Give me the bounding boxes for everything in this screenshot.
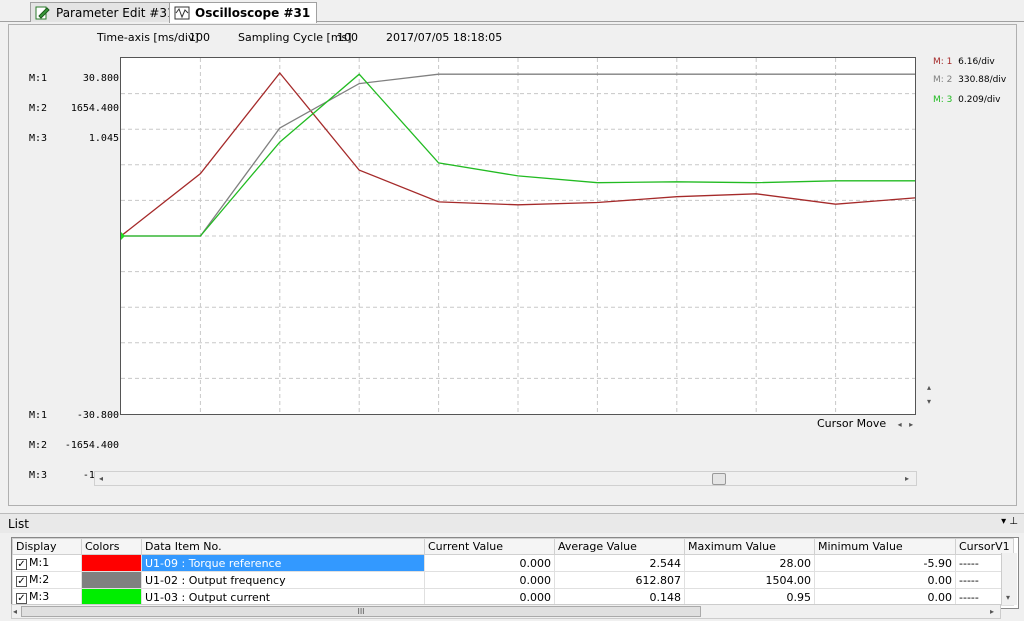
current-value-cell: 0.000 xyxy=(424,588,555,606)
table-row[interactable]: ✓ M:3 U1-03 : Output current 0.000 0.148 … xyxy=(12,588,1014,606)
parameter-edit-icon xyxy=(35,6,51,20)
list-title: List xyxy=(8,517,29,531)
scale-top-values: 30.800 1654.400 1.045 xyxy=(49,54,119,164)
average-value-cell: 612.807 xyxy=(554,571,685,589)
legend-m3-value: 0.209/div xyxy=(958,95,1001,105)
display-label: M:1 xyxy=(29,556,50,569)
legend-m3: M: 3 0.209/div xyxy=(933,95,1000,105)
legend-m2-tag: M: 2 xyxy=(933,75,953,85)
column-header[interactable]: Display xyxy=(12,538,82,555)
time-scrollbar-thumb[interactable] xyxy=(712,473,726,485)
list-scroll-left-icon[interactable]: ◂ xyxy=(13,607,17,616)
cursor-left-icon[interactable]: ◂ xyxy=(898,420,902,429)
scroll-grip-icon: III xyxy=(357,607,365,616)
sampling-cycle-label: Sampling Cycle [ms] xyxy=(238,31,352,44)
scale-top-value: 1654.400 xyxy=(70,103,119,114)
display-cell: ✓ M:2 xyxy=(12,571,82,589)
cursor-move-label: Cursor Move xyxy=(817,417,887,430)
legend-m1-value: 6.16/div xyxy=(958,57,995,67)
legend-m1-tag: M: 1 xyxy=(933,57,953,67)
table-row[interactable]: ✓ M:2 U1-02 : Output frequency 0.000 612.… xyxy=(12,571,1014,589)
current-value-cell: 0.000 xyxy=(424,554,555,572)
tab-parameter-edit[interactable]: Parameter Edit #31 xyxy=(30,2,182,22)
scale-top-value: 30.800 xyxy=(82,73,119,84)
maximum-value-cell: 28.00 xyxy=(684,554,815,572)
cursor-move: Cursor Move ◂ ▸ xyxy=(817,417,913,430)
maximum-value-cell: 0.95 xyxy=(684,588,815,606)
color-swatch[interactable] xyxy=(81,554,142,572)
legend-m2-value: 330.88/div xyxy=(958,75,1007,85)
scale-bottom-value: -1654.400 xyxy=(64,440,119,451)
trace-m3 xyxy=(121,73,915,237)
pin-icon[interactable]: ▾ ⊥ xyxy=(1001,516,1018,527)
display-label: M:3 xyxy=(29,590,50,603)
scroll-right-icon[interactable]: ▸ xyxy=(905,474,909,483)
oscilloscope-panel: Time-axis [ms/div] 100 Sampling Cycle [m… xyxy=(8,24,1017,506)
minimum-value-cell: 0.00 xyxy=(814,571,956,589)
list-scrollbar-thumb[interactable]: III xyxy=(21,606,701,617)
scale-top-value: 1.045 xyxy=(88,133,119,144)
display-cell: ✓ M:1 xyxy=(12,554,82,572)
oscilloscope-icon xyxy=(174,6,190,20)
plot-scroll-up-icon[interactable]: ▴ xyxy=(927,383,931,392)
timestamp: 2017/07/05 18:18:05 xyxy=(386,31,503,44)
time-axis-label: Time-axis [ms/div] xyxy=(97,31,199,44)
table-row[interactable]: ✓ M:1 U1-09 : Torque reference 0.000 2.54… xyxy=(12,554,1014,572)
maximum-value-cell: 1504.00 xyxy=(684,571,815,589)
list-scroll-right-icon[interactable]: ▸ xyxy=(990,607,994,616)
legend-m3-tag: M: 3 xyxy=(933,95,953,105)
list-horizontal-scrollbar[interactable]: ◂ III ▸ xyxy=(11,604,1001,619)
scroll-left-icon[interactable]: ◂ xyxy=(99,474,103,483)
display-cell: ✓ M:3 xyxy=(12,588,82,606)
scale-bottom-value: -30.800 xyxy=(76,410,119,421)
display-checkbox[interactable]: ✓ xyxy=(16,576,27,587)
oscilloscope-chart xyxy=(117,58,916,414)
legend-m1: M: 1 6.16/div xyxy=(933,57,995,67)
color-swatch[interactable] xyxy=(81,571,142,589)
display-checkbox[interactable]: ✓ xyxy=(16,593,27,604)
average-value-cell: 0.148 xyxy=(554,588,685,606)
tab-parameter-edit-label: Parameter Edit #31 xyxy=(56,5,175,20)
current-value-cell: 0.000 xyxy=(424,571,555,589)
column-header[interactable]: Minimum Value xyxy=(814,538,956,555)
table-header-row: Display Colors Data Item No. Current Val… xyxy=(12,538,1014,555)
tab-oscilloscope[interactable]: Oscilloscope #31 xyxy=(169,2,318,23)
tab-bar: Parameter Edit #31 Oscilloscope #31 xyxy=(0,0,1024,23)
legend-m2: M: 2 330.88/div xyxy=(933,75,1006,85)
list-vertical-scrollbar[interactable]: ▾ xyxy=(1001,553,1017,605)
data-item-cell[interactable]: U1-09 : Torque reference xyxy=(141,554,425,572)
cursor-right-icon[interactable]: ▸ xyxy=(909,420,913,429)
data-item-cell[interactable]: U1-03 : Output current xyxy=(141,588,425,606)
color-swatch[interactable] xyxy=(81,588,142,606)
tab-oscilloscope-label: Oscilloscope #31 xyxy=(195,6,311,20)
average-value-cell: 2.544 xyxy=(554,554,685,572)
plot-scroll-down-icon[interactable]: ▾ xyxy=(927,397,931,406)
column-header[interactable]: Data Item No. xyxy=(141,538,425,555)
data-list-table: Display Colors Data Item No. Current Val… xyxy=(11,537,1019,609)
time-axis-value: 100 xyxy=(189,31,210,44)
display-checkbox[interactable]: ✓ xyxy=(16,559,27,570)
column-header[interactable]: Average Value xyxy=(554,538,685,555)
list-panel-header: List ▾ ⊥ xyxy=(0,513,1024,533)
time-scrollbar[interactable]: ◂ ▸ xyxy=(94,471,917,486)
minimum-value-cell: -5.90 xyxy=(814,554,956,572)
trace-m2 xyxy=(121,73,915,237)
data-item-cell[interactable]: U1-02 : Output frequency xyxy=(141,571,425,589)
minimum-value-cell: 0.00 xyxy=(814,588,956,606)
sampling-cycle-value: 100 xyxy=(337,31,358,44)
column-header[interactable]: Colors xyxy=(81,538,142,555)
trace-m1 xyxy=(120,71,916,237)
column-header[interactable]: Current Value xyxy=(424,538,555,555)
oscilloscope-plot[interactable] xyxy=(117,57,916,415)
column-header[interactable]: Maximum Value xyxy=(684,538,815,555)
list-scroll-down-icon[interactable]: ▾ xyxy=(1006,593,1010,602)
display-label: M:2 xyxy=(29,573,50,586)
